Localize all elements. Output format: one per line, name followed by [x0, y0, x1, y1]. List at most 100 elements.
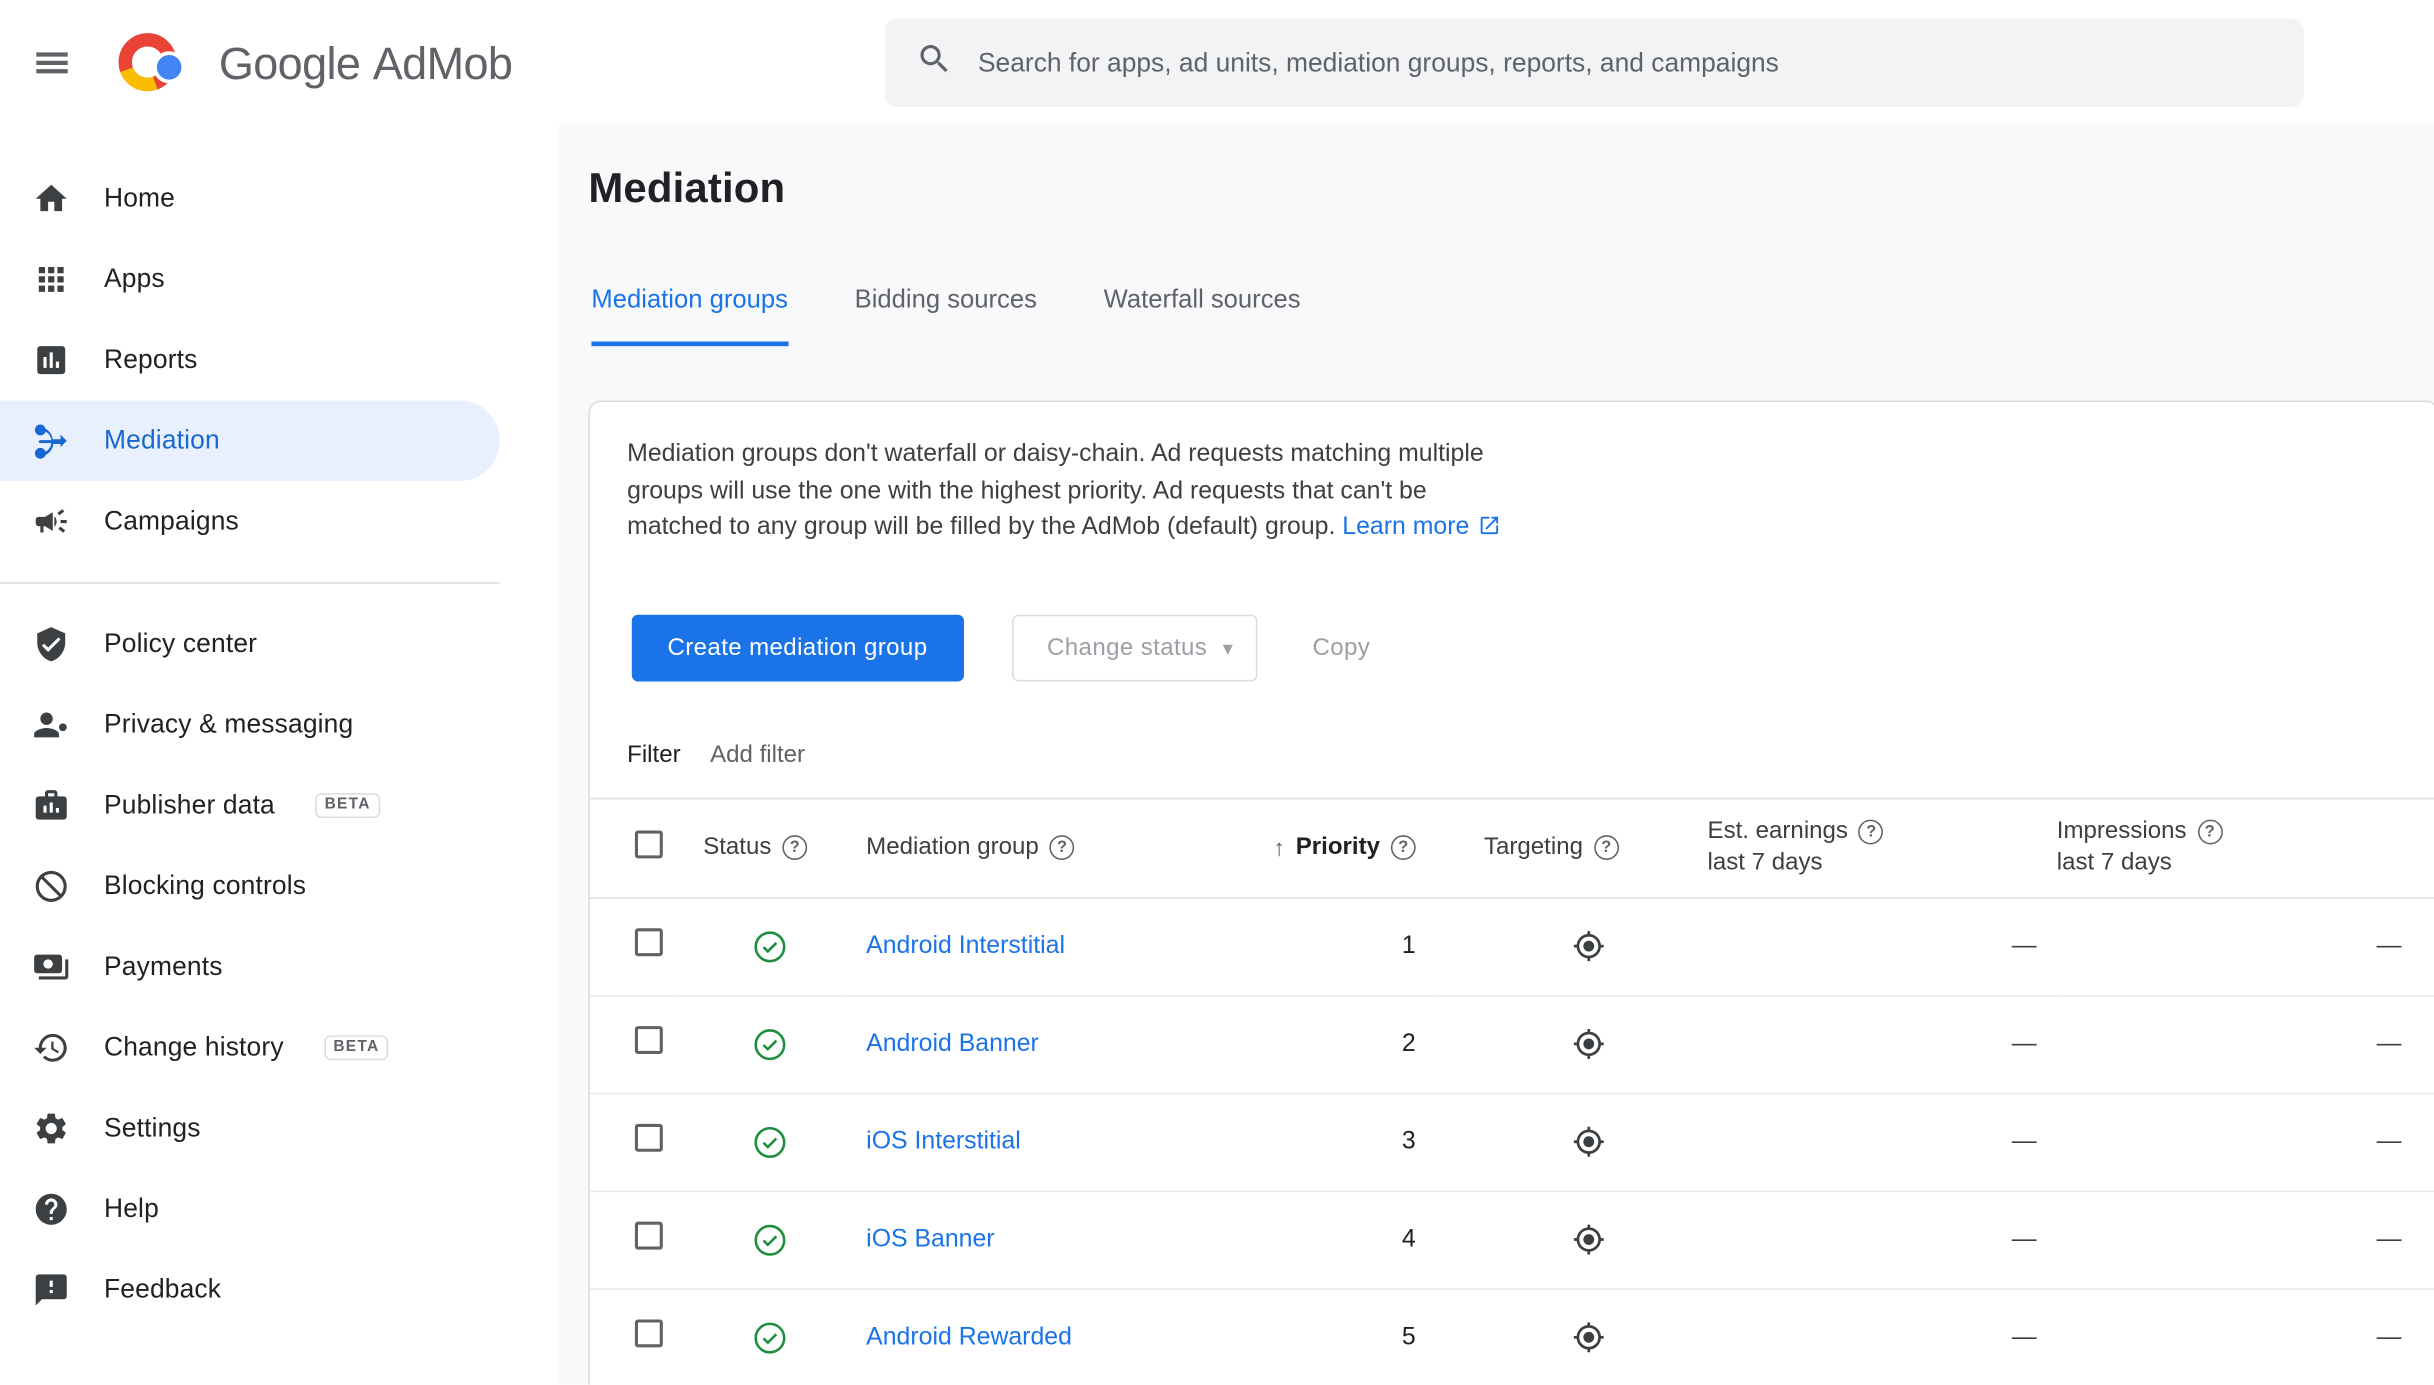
home-icon [33, 180, 70, 217]
column-header-impressions[interactable]: Impressions? last 7 days [2056, 799, 2434, 899]
sidebar-item-label: Payments [104, 951, 223, 982]
table-row: Android Rewarded 5 — — [589, 1288, 2434, 1385]
sidebar-item-payments[interactable]: Payments [0, 927, 500, 1008]
history-clock-icon [33, 1029, 70, 1066]
row-checkbox[interactable] [634, 1221, 663, 1250]
help-icon[interactable]: ? [1049, 835, 1075, 861]
table-row: Android Banner 2 — — [589, 995, 2434, 1094]
sidebar-item-campaigns[interactable]: Campaigns [0, 481, 500, 562]
targeting-icon[interactable] [1572, 930, 1707, 963]
tab-bidding-sources[interactable]: Bidding sources [855, 286, 1037, 347]
person-messaging-icon [33, 706, 70, 743]
payments-card-icon [33, 948, 70, 985]
help-icon[interactable]: ? [2197, 819, 2223, 845]
row-checkbox[interactable] [634, 1319, 663, 1348]
add-filter-button[interactable]: Add filter [710, 741, 805, 769]
feedback-icon [33, 1271, 70, 1308]
sidebar-item-mediation[interactable]: Mediation [0, 400, 500, 482]
mediation-group-link[interactable]: Android Rewarded [866, 1323, 1072, 1349]
targeting-icon[interactable] [1572, 1028, 1707, 1061]
mediation-icon [33, 422, 70, 459]
impressions-value: — [2056, 1288, 2434, 1385]
column-header-targeting[interactable]: Targeting? [1435, 799, 1708, 899]
priority-header-label: Priority [1295, 833, 1380, 861]
sidebar-item-change-history[interactable]: Change history BETA [0, 1007, 500, 1088]
tab-waterfall-sources[interactable]: Waterfall sources [1104, 286, 1301, 347]
row-checkbox[interactable] [634, 1123, 663, 1152]
sidebar-item-label: Privacy & messaging [104, 709, 354, 739]
sidebar-item-policy-center[interactable]: Policy center [0, 604, 500, 685]
mediation-group-header-label: Mediation group [866, 833, 1039, 861]
status-enabled-icon [753, 1320, 841, 1354]
sidebar-item-help[interactable]: Help [0, 1169, 500, 1250]
sidebar-item-home[interactable]: Home [0, 158, 500, 239]
est-earnings-value: — [1707, 1288, 2057, 1385]
column-header-mediation-group[interactable]: Mediation group? [841, 799, 1247, 899]
sidebar-item-label: Campaigns [104, 506, 239, 536]
sidebar: Home Apps Reports Mediation Campaigns Po… [0, 124, 559, 1385]
mediation-group-link[interactable]: Android Banner [866, 1030, 1039, 1056]
copy-button[interactable]: Copy [1294, 615, 1389, 682]
mediation-group-link[interactable]: iOS Banner [866, 1226, 994, 1252]
est-earnings-value: — [1707, 1190, 2057, 1290]
est-earnings-value: — [1707, 1092, 2057, 1192]
est-earnings-header-label: Est. earnings [1707, 818, 1848, 845]
column-header-est-earnings[interactable]: Est. earnings? last 7 days [1707, 799, 2057, 899]
tab-mediation-groups[interactable]: Mediation groups [591, 286, 788, 347]
impressions-value: — [2056, 995, 2434, 1094]
help-icon[interactable]: ? [1390, 835, 1416, 861]
logo-google-text: Google [218, 40, 361, 91]
campaigns-megaphone-icon [33, 503, 70, 540]
row-checkbox[interactable] [634, 928, 663, 957]
help-icon[interactable]: ? [782, 835, 808, 861]
sidebar-item-label: Mediation [104, 425, 220, 455]
priority-value: 1 [1246, 897, 1436, 996]
column-header-priority[interactable]: ↑ Priority? [1246, 799, 1436, 899]
admob-app: GoogleAdMob Home Apps Reports Mediation … [0, 0, 2434, 1385]
sidebar-item-feedback[interactable]: Feedback [0, 1250, 500, 1331]
targeting-icon[interactable] [1572, 1125, 1707, 1158]
change-status-button[interactable]: Change status ▾ [1011, 614, 1257, 682]
table-row: Android Interstitial 1 — — [589, 897, 2434, 996]
sidebar-item-reports[interactable]: Reports [0, 320, 500, 401]
impressions-value: — [2056, 1190, 2434, 1290]
sidebar-item-label: Feedback [104, 1274, 222, 1304]
sidebar-item-apps[interactable]: Apps [0, 239, 500, 320]
card-actions: Create mediation group Change status ▾ C… [631, 614, 1389, 682]
est-earnings-header-sublabel: last 7 days [1707, 849, 1823, 876]
mediation-groups-table: Status? Mediation group? ↑ Priority? Targ… [589, 799, 2434, 1385]
targeting-icon[interactable] [1572, 1321, 1707, 1354]
page-title: Mediation [588, 164, 786, 212]
sidebar-item-label: Apps [104, 263, 165, 294]
column-header-status[interactable]: Status? [678, 799, 842, 899]
search-input[interactable] [974, 45, 2279, 80]
help-icon[interactable]: ? [1858, 819, 1884, 845]
row-checkbox[interactable] [634, 1026, 663, 1055]
sort-ascending-icon: ↑ [1273, 834, 1285, 862]
filter-bar: Filter Add filter [589, 713, 2434, 800]
briefcase-data-icon [33, 787, 70, 824]
admob-logo-icon [115, 26, 186, 105]
learn-more-link[interactable]: Learn more [1342, 514, 1500, 540]
create-mediation-group-button[interactable]: Create mediation group [631, 614, 964, 682]
mediation-group-link[interactable]: Android Interstitial [866, 932, 1065, 958]
select-all-checkbox[interactable] [634, 830, 663, 859]
admob-logo[interactable]: Google AdMob [115, 26, 513, 105]
help-icon[interactable]: ? [1593, 835, 1619, 861]
sidebar-item-blocking-controls[interactable]: Blocking controls [0, 846, 500, 927]
sidebar-item-settings[interactable]: Settings [0, 1088, 500, 1169]
sidebar-item-publisher-data[interactable]: Publisher data BETA [0, 765, 500, 846]
filter-label: Filter [627, 741, 681, 768]
sidebar-item-label: Settings [104, 1112, 201, 1143]
sidebar-item-privacy-messaging[interactable]: Privacy & messaging [0, 685, 500, 766]
search-bar [884, 18, 2304, 108]
main-content: Mediation Mediation groups Bidding sourc… [558, 124, 2434, 1385]
external-link-icon [1469, 514, 1500, 540]
learn-more-label: Learn more [1342, 513, 1470, 541]
menu-button[interactable] [31, 42, 73, 84]
search-icon [916, 40, 953, 85]
impressions-value: — [2056, 1092, 2434, 1192]
status-enabled-icon [753, 1222, 841, 1256]
targeting-icon[interactable] [1572, 1223, 1707, 1256]
mediation-group-link[interactable]: iOS Interstitial [866, 1128, 1021, 1154]
